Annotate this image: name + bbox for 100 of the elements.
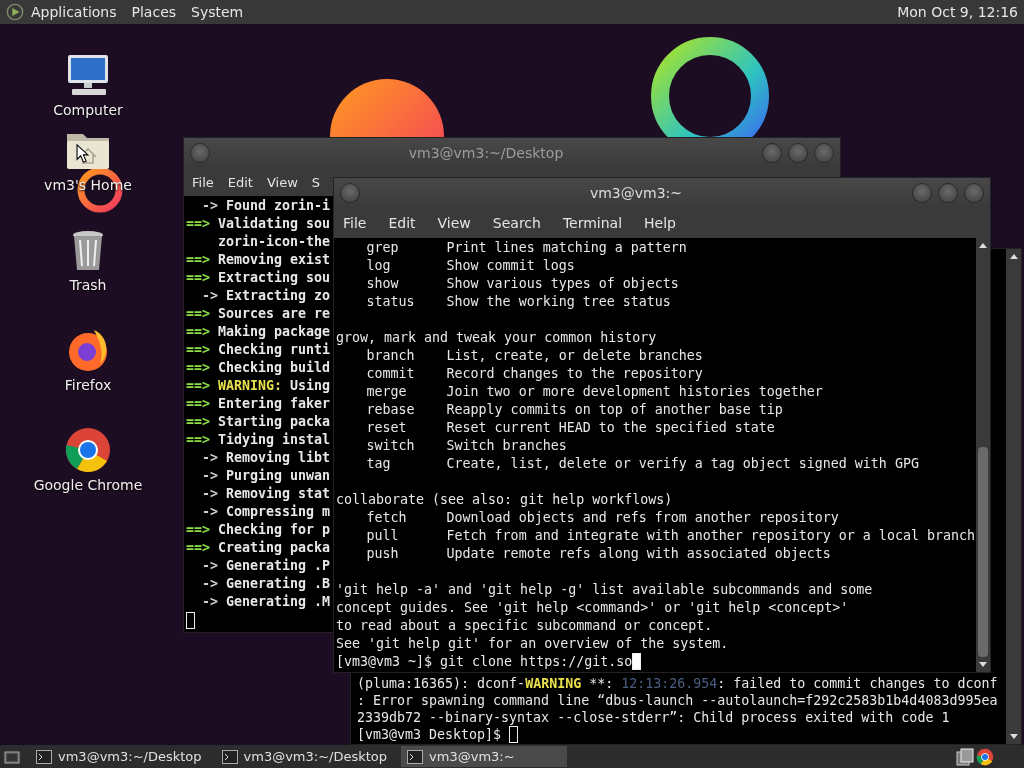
command-description: Fetch from and integrate with another repository or a local branch — [446, 527, 975, 545]
window-title: vm3@vm3:~ — [588, 185, 684, 201]
log-line: -> Removing libt — [201, 449, 331, 467]
help-text: See 'git help git' for an overview of the system. — [336, 635, 730, 653]
taskbar-item-label: vm3@vm3:~/Desktop — [243, 749, 388, 764]
menu-item[interactable]: Search — [492, 215, 541, 231]
command-name: switch — [366, 437, 416, 455]
mouse-pointer-icon — [76, 144, 89, 164]
log-line: -> Generating .M — [201, 593, 331, 611]
command-description: Join two or more development histories together — [446, 383, 823, 401]
taskbar-item[interactable]: vm3@vm3:~/Desktop — [30, 746, 210, 767]
scroll-down-icon[interactable] — [978, 661, 988, 669]
log-line: -> Compressing m — [201, 503, 331, 521]
desktop-icon-label[interactable]: Firefox — [64, 376, 112, 394]
command-name: reset — [366, 419, 408, 437]
command-description: Show various types of objects — [446, 275, 679, 293]
log-line: ==> Tidying instal — [186, 431, 331, 449]
maximize-button[interactable] — [938, 183, 958, 203]
menu-item[interactable]: Edit — [227, 174, 253, 190]
command-description: Print lines matching a pattern — [446, 239, 687, 257]
help-text: 'git help -a' and 'git help -g' list available subcommands and some — [336, 581, 874, 599]
minimize-button[interactable] — [912, 183, 932, 203]
command-name: pull — [366, 527, 400, 545]
command-name: merge — [366, 383, 408, 401]
command-name: commit — [366, 365, 416, 383]
command-name: show — [366, 275, 400, 293]
window-menu-button[interactable] — [340, 183, 360, 203]
command-description: Show the working tree status — [446, 293, 671, 311]
desktop-icon-label[interactable]: Computer — [53, 101, 123, 119]
clock[interactable]: Mon Oct 9, 12:16 — [897, 4, 1018, 20]
log-line: ==> Checking build — [186, 359, 331, 377]
menu-item[interactable]: Terminal — [562, 215, 623, 231]
taskbar-item[interactable]: vm3@vm3:~ — [401, 746, 568, 767]
log-line: ==> Creating packa — [186, 539, 331, 557]
section-heading: collaborate (see also: git help workflows) — [336, 491, 674, 509]
log-line: -> Generating .P — [201, 557, 331, 575]
panel-menu[interactable]: Applications — [31, 4, 117, 20]
command-name: tag — [366, 455, 392, 473]
chrome-icon[interactable] — [976, 747, 994, 766]
scrollbar-thumb[interactable] — [978, 447, 988, 657]
scroll-down-icon[interactable] — [1008, 733, 1019, 741]
log-line: ==> Checking runti — [186, 341, 331, 359]
command-name: branch — [366, 347, 416, 365]
menu-item[interactable]: View — [437, 215, 471, 231]
maximize-button[interactable] — [788, 143, 808, 163]
log-line: ==> Starting packa — [186, 413, 331, 431]
prompt-line: [vm3@vm3 Desktop]$ — [357, 726, 503, 743]
show-desktop-icon[interactable] — [4, 748, 20, 765]
command-description: Show commit logs — [446, 257, 575, 275]
terminal-icon — [36, 749, 52, 764]
log-line: 2339db72 --binary-syntax --close-stderr”: Child process exited with code 1 — [357, 709, 951, 726]
menu-item[interactable]: File — [343, 215, 367, 231]
panel-menu[interactable]: System — [191, 4, 244, 20]
menu-item[interactable]: File — [192, 174, 214, 190]
minimize-button[interactable] — [762, 143, 782, 163]
menu-logo-icon[interactable] — [6, 3, 24, 21]
command-name: status — [366, 293, 416, 311]
panel-menu[interactable]: Places — [131, 4, 177, 20]
menu-item[interactable]: Help — [644, 215, 676, 231]
command-name: fetch — [366, 509, 408, 527]
help-text: to read about a specific subcommand or concept. — [336, 617, 714, 635]
log-line: -> Found zorin-i — [201, 197, 331, 215]
taskbar-item[interactable]: vm3@vm3:~/Desktop — [215, 746, 396, 767]
desktop-icon-label[interactable]: Google Chrome — [33, 476, 143, 494]
log-line: ==> Making package — [186, 323, 331, 341]
log-line: zorin-icon-the — [217, 233, 331, 251]
log-line: ==> Entering faker — [186, 395, 331, 413]
window-title: vm3@vm3:~/Desktop — [407, 145, 565, 161]
menu-item[interactable]: Edit — [388, 215, 416, 231]
log-line: -> Purging unwan — [201, 467, 331, 485]
command-description: Reset current HEAD to the specified state — [446, 419, 775, 437]
command-name: grep — [366, 239, 400, 257]
close-button[interactable] — [814, 143, 834, 163]
log-line: ==> Extracting sou — [186, 269, 331, 287]
close-button[interactable] — [964, 183, 984, 203]
menu-item[interactable]: View — [266, 174, 298, 190]
command-description: List, create, or delete branches — [446, 347, 703, 365]
menu-item[interactable]: S — [311, 174, 321, 190]
chrome-icon[interactable] — [64, 426, 112, 474]
log-line: : Error spawning command line “dbus-launch --autolaunch=f292c2583b1b4d4083d995ea — [357, 692, 999, 709]
log-line: -> Generating .B — [201, 575, 331, 593]
log-line: ==> Validating sou — [186, 215, 331, 233]
log-line: -> Removing stat — [201, 485, 331, 503]
desktop-icon-label[interactable]: Trash — [69, 276, 107, 294]
log-line: ==> Checking for p — [186, 521, 331, 539]
help-text: concept guides. See 'git help <command>' or 'git help <concept>' — [336, 599, 850, 617]
scrollbar[interactable] — [976, 238, 990, 672]
section-heading: grow, mark and tweak your common history — [336, 329, 658, 347]
window-list-icon[interactable] — [956, 747, 974, 766]
command-name: log — [366, 257, 392, 275]
terminal-icon — [407, 749, 424, 764]
prompt-line: [vm3@vm3 ~]$ git clone https://git.so — [336, 653, 633, 671]
command-description: Reapply commits on top of another base tip — [446, 401, 783, 419]
log-line: ==> Removing exist — [186, 251, 331, 269]
scrollbar[interactable] — [1006, 249, 1021, 744]
window-menu-button[interactable] — [190, 143, 210, 163]
taskbar-item-label: vm3@vm3:~/Desktop — [58, 749, 202, 764]
command-name: push — [366, 545, 400, 563]
command-name: rebase — [366, 401, 416, 419]
scroll-up-icon[interactable] — [1008, 252, 1019, 260]
